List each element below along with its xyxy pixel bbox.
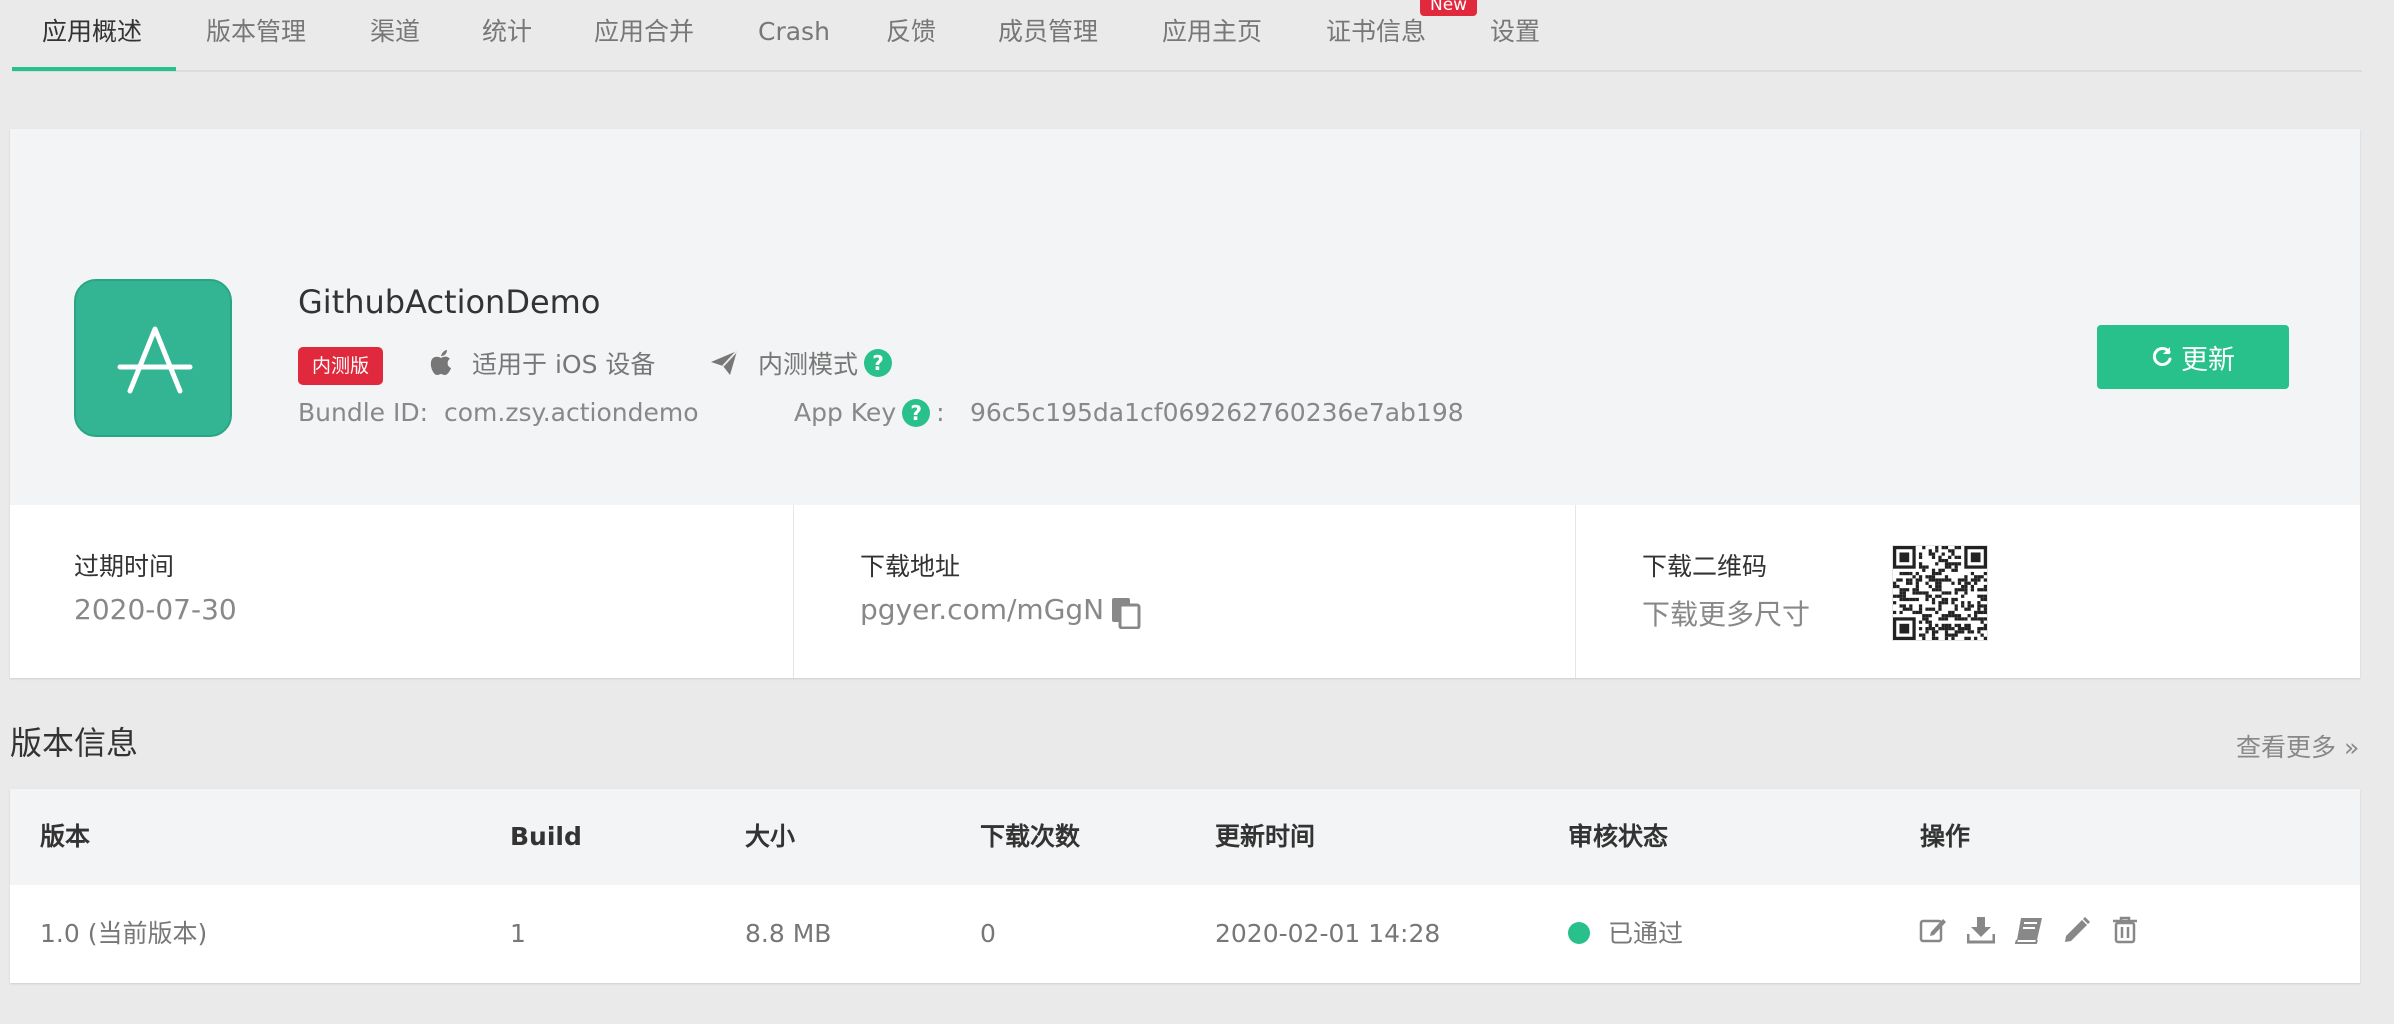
- size-cell: 8.8 MB: [745, 919, 832, 948]
- qr-title: 下载二维码: [1642, 552, 1768, 581]
- column-updated: 更新时间: [1215, 822, 1316, 851]
- copy-icon[interactable]: [1111, 597, 1141, 629]
- tab-overview[interactable]: 应用概述: [42, 0, 142, 72]
- trash-icon[interactable]: [2110, 915, 2140, 945]
- tab-statistics[interactable]: 统计: [482, 0, 532, 72]
- tab-crash[interactable]: Crash: [758, 0, 830, 72]
- tab-feedback[interactable]: 反馈: [886, 0, 936, 72]
- tab-bar: 应用概述 版本管理 渠道 统计 应用合并 Crash 反馈 成员管理 应用主页 …: [12, 0, 2362, 72]
- updated-cell: 2020-02-01 14:28: [1215, 919, 1441, 948]
- build-cell: 1: [510, 919, 526, 948]
- update-button[interactable]: 更新: [2097, 325, 2289, 389]
- tab-members[interactable]: 成员管理: [998, 0, 1098, 72]
- expire-value: 2020-07-30: [74, 593, 237, 626]
- app-key-label-group: App Key ? :: [794, 393, 945, 433]
- divider: [793, 505, 794, 678]
- table-row: 1.0 (当前版本) 1 8.8 MB 0 2020-02-01 14:28 已…: [10, 885, 2360, 983]
- qr-more-sizes-link[interactable]: 下载更多尺寸: [1642, 593, 1810, 633]
- platform-label: 适用于 iOS 设备: [472, 350, 656, 379]
- test-mode-info: 内测模式 ?: [710, 343, 893, 383]
- app-name: GithubActionDemo: [298, 283, 601, 321]
- version-cell[interactable]: 1.0 (当前版本): [40, 885, 207, 983]
- column-actions: 操作: [1920, 822, 1971, 851]
- version-table: 版本 Build 大小 下载次数 更新时间 审核状态 操作 1.0 (当前版本)…: [10, 789, 2360, 983]
- platform-info: 适用于 iOS 设备: [428, 343, 655, 383]
- column-size: 大小: [745, 822, 796, 851]
- apple-icon: [430, 350, 451, 375]
- tab-app-merge[interactable]: 应用合并: [594, 0, 694, 72]
- tab-version-management[interactable]: 版本管理: [206, 0, 306, 72]
- download-url-title: 下载地址: [860, 552, 961, 581]
- pencil-icon[interactable]: [2062, 915, 2092, 945]
- row-actions: [1918, 915, 2140, 945]
- view-more-link[interactable]: 查看更多 »: [2236, 728, 2359, 764]
- status-cell: 已通过: [1568, 885, 1683, 983]
- internal-test-badge: 内测版: [298, 347, 384, 385]
- column-build: Build: [510, 822, 582, 851]
- help-icon[interactable]: ?: [902, 399, 931, 427]
- edit-notes-icon[interactable]: [1918, 915, 1948, 945]
- qr-code[interactable]: [1892, 545, 1988, 641]
- app-stats-strip: 过期时间 2020-07-30 下载地址 pgyer.com/mGgN 下载二维…: [10, 505, 2360, 678]
- tab-channels[interactable]: 渠道: [370, 0, 420, 72]
- paper-plane-icon: [711, 350, 738, 375]
- app-store-a-icon: [74, 279, 232, 437]
- help-icon[interactable]: ?: [864, 349, 893, 377]
- download-icon[interactable]: [1966, 915, 1996, 945]
- test-mode-label: 内测模式: [758, 350, 859, 379]
- expire-title: 过期时间: [74, 552, 175, 581]
- tab-app-homepage[interactable]: 应用主页: [1162, 0, 1262, 72]
- refresh-icon: [2152, 347, 2172, 366]
- table-header: 版本 Build 大小 下载次数 更新时间 审核状态 操作: [10, 789, 2360, 885]
- new-badge: New: [1420, 0, 1478, 16]
- update-label: 更新: [2181, 344, 2235, 376]
- book-icon[interactable]: [2014, 915, 2044, 945]
- app-key-separator: :: [936, 398, 945, 427]
- divider: [1575, 505, 1576, 678]
- bundle-id-value: com.zsy.actiondemo: [444, 398, 699, 427]
- tab-certificate[interactable]: 证书信息: [1326, 0, 1426, 72]
- active-tab-indicator: [12, 67, 176, 71]
- bundle-id-label: Bundle ID:: [298, 398, 429, 427]
- column-downloads: 下载次数: [980, 822, 1081, 851]
- status-label: 已通过: [1608, 919, 1684, 948]
- column-review-status: 审核状态: [1568, 822, 1669, 851]
- app-key-value: 96c5c195da1cf069262760236e7ab198: [970, 398, 1464, 427]
- download-url-value[interactable]: pgyer.com/mGgN: [860, 593, 1104, 626]
- tab-settings[interactable]: 设置: [1490, 0, 1540, 72]
- downloads-cell: 0: [980, 919, 996, 948]
- status-dot-icon: [1568, 922, 1590, 944]
- app-key-label: App Key: [794, 398, 897, 427]
- app-overview-card: GithubActionDemo 内测版 适用于 iOS 设备 内测模式 ? B…: [10, 129, 2360, 678]
- column-version: 版本: [40, 822, 91, 851]
- version-info-title: 版本信息: [10, 724, 139, 762]
